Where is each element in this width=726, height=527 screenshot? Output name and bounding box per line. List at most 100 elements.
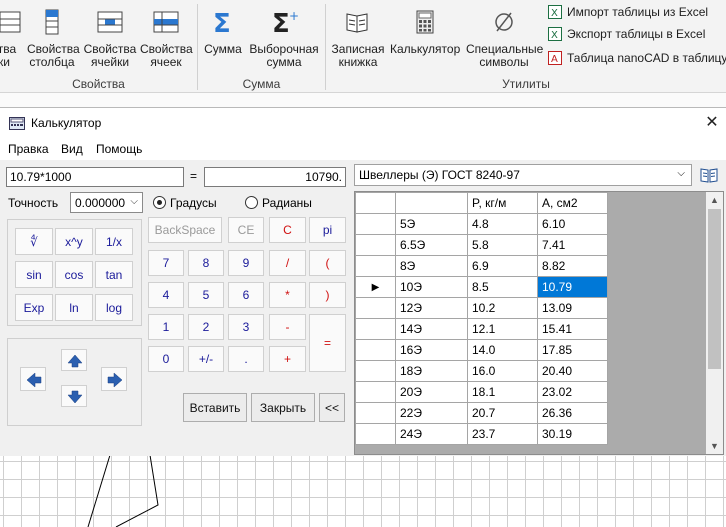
open-paren-button[interactable]: ( [309, 250, 346, 276]
decimal-point-button[interactable]: . [228, 346, 264, 372]
selective-sum-button[interactable]: Σ + Выборочная сумма [249, 0, 319, 75]
cell-area[interactable]: 30.19 [537, 423, 608, 445]
table-row[interactable]: 14Э 12.1 15.41 [355, 318, 608, 340]
table-row[interactable]: 8Э 6.9 8.82 [355, 255, 608, 277]
vertical-scrollbar[interactable]: ▲ ▼ [706, 192, 723, 454]
cell-area[interactable]: 15.41 [537, 318, 608, 340]
scroll-down-icon[interactable]: ▼ [706, 438, 723, 454]
cell-name[interactable]: 18Э [395, 360, 468, 382]
insert-button[interactable]: Вставить [183, 393, 247, 422]
row-header[interactable] [355, 381, 396, 403]
arrow-up-button[interactable] [61, 349, 87, 371]
cells-properties-button[interactable]: Свойства ячеек [140, 0, 193, 75]
clear-button[interactable]: C [269, 217, 306, 243]
exp-button[interactable]: Exp [15, 294, 53, 321]
cell-mass[interactable]: 4.8 [467, 213, 538, 235]
cell-name[interactable]: 10Э [395, 276, 468, 298]
special-symbols-button[interactable]: Специальные символы [466, 0, 543, 75]
cell-name[interactable]: 5Э [395, 213, 468, 235]
cell-mass[interactable]: 16.0 [467, 360, 538, 382]
sum-button[interactable]: Σ Сумма [204, 0, 242, 75]
scroll-thumb[interactable] [708, 209, 721, 369]
ln-button[interactable]: ln [55, 294, 93, 321]
digit-2-button[interactable]: 2 [188, 314, 224, 340]
cell-properties-button[interactable]: Свойства ячейки [83, 0, 137, 75]
equals-button[interactable]: = [309, 314, 346, 372]
calculator-button[interactable]: Калькулятор [390, 0, 460, 75]
cell-name[interactable]: 6.5Э [395, 234, 468, 256]
sin-button[interactable]: sin [15, 261, 53, 288]
digit-5-button[interactable]: 5 [188, 282, 224, 308]
table-row[interactable]: 5Э 4.8 6.10 [355, 213, 608, 235]
table-row[interactable]: ▶ 10Э 8.5 10.79 [355, 276, 608, 298]
book-icon[interactable] [700, 167, 718, 183]
row-header[interactable] [355, 423, 396, 445]
table-row[interactable]: 12Э 10.2 13.09 [355, 297, 608, 319]
pi-button[interactable]: pi [309, 217, 346, 243]
row-header[interactable] [355, 339, 396, 361]
digit-1-button[interactable]: 1 [148, 314, 184, 340]
row-header[interactable] [355, 213, 396, 235]
profile-select[interactable]: Швеллеры (Э) ГОСТ 8240-97 ⌵ [354, 164, 692, 186]
power-button[interactable]: x^y [55, 228, 93, 255]
table-row[interactable]: 6.5Э 5.8 7.41 [355, 234, 608, 256]
cell-name[interactable]: 20Э [395, 381, 468, 403]
cos-button[interactable]: cos [55, 261, 93, 288]
close-button[interactable]: Закрыть [251, 393, 315, 422]
nanocad-table-item[interactable]: A Таблица nanoCAD в таблицу ... [548, 48, 726, 68]
menu-view[interactable]: Вид [61, 142, 83, 156]
table-row[interactable]: 22Э 20.7 26.36 [355, 402, 608, 424]
tan-button[interactable]: tan [95, 261, 133, 288]
cell-mass[interactable]: 6.9 [467, 255, 538, 277]
precision-select[interactable]: 0.000000 ⌵ [70, 192, 143, 213]
multiply-button[interactable]: * [269, 282, 306, 308]
properties-partial-button[interactable]: стваки [0, 0, 22, 75]
table-row[interactable]: 20Э 18.1 23.02 [355, 381, 608, 403]
cell-mass[interactable]: 10.2 [467, 297, 538, 319]
digit-3-button[interactable]: 3 [228, 314, 264, 340]
expression-input[interactable]: 10.79*1000 [6, 167, 184, 187]
digit-9-button[interactable]: 9 [228, 250, 264, 276]
cell-name[interactable]: 24Э [395, 423, 468, 445]
row-header[interactable] [355, 234, 396, 256]
row-header[interactable] [355, 402, 396, 424]
row-header[interactable] [355, 255, 396, 277]
digit-0-button[interactable]: 0 [148, 346, 184, 372]
cell-area[interactable]: 26.36 [537, 402, 608, 424]
table-row[interactable]: 16Э 14.0 17.85 [355, 339, 608, 361]
cell-mass[interactable]: 5.8 [467, 234, 538, 256]
column-header-area[interactable]: A, см2 [537, 192, 608, 214]
cell-area[interactable]: 7.41 [537, 234, 608, 256]
cell-mass[interactable]: 20.7 [467, 402, 538, 424]
arrow-left-button[interactable] [20, 367, 46, 391]
table-row[interactable]: 24Э 23.7 30.19 [355, 423, 608, 445]
table-row[interactable]: 18Э 16.0 20.40 [355, 360, 608, 382]
minus-button[interactable]: - [269, 314, 306, 340]
import-excel-item[interactable]: X Импорт таблицы из Excel [548, 2, 708, 22]
column-header-name[interactable] [395, 192, 468, 214]
menu-help[interactable]: Помощь [96, 142, 142, 156]
ce-button[interactable]: CE [228, 217, 264, 243]
backspace-button[interactable]: BackSpace [148, 217, 222, 243]
cell-name[interactable]: 12Э [395, 297, 468, 319]
cell-area[interactable]: 13.09 [537, 297, 608, 319]
cell-mass[interactable]: 8.5 [467, 276, 538, 298]
result-field[interactable]: 10790. [204, 167, 346, 187]
arrow-right-button[interactable] [101, 367, 127, 391]
cell-area[interactable]: 17.85 [537, 339, 608, 361]
cell-mass[interactable]: 18.1 [467, 381, 538, 403]
export-excel-item[interactable]: X Экспорт таблицы в Excel [548, 24, 705, 44]
plus-button[interactable]: + [269, 346, 306, 372]
cell-name[interactable]: 14Э [395, 318, 468, 340]
cell-area[interactable]: 8.82 [537, 255, 608, 277]
digit-7-button[interactable]: 7 [148, 250, 184, 276]
row-header[interactable] [355, 318, 396, 340]
cell-area[interactable]: 6.10 [537, 213, 608, 235]
cell-mass[interactable]: 12.1 [467, 318, 538, 340]
collapse-button[interactable]: << [319, 393, 345, 422]
arrow-down-button[interactable] [61, 385, 87, 407]
notebook-button[interactable]: Записная книжка [331, 0, 385, 75]
cell-area[interactable]: 20.40 [537, 360, 608, 382]
reciprocal-button[interactable]: 1/x [95, 228, 133, 255]
row-header[interactable] [355, 360, 396, 382]
